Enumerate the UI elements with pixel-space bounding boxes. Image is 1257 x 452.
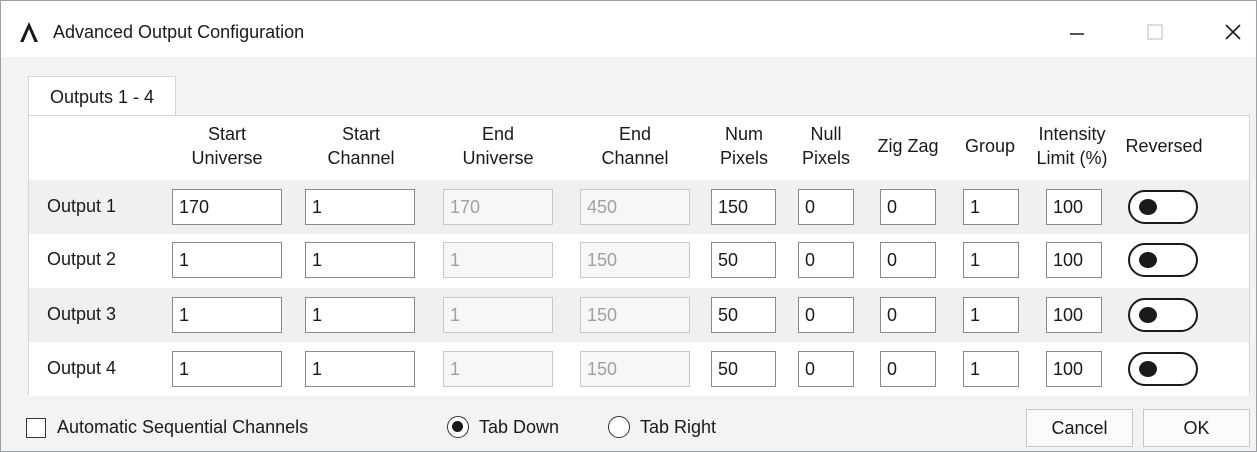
reversed-toggle[interactable] — [1128, 352, 1198, 386]
tab-down-radio[interactable] — [447, 416, 469, 438]
null-pixels-input[interactable]: 0 — [798, 351, 854, 387]
close-icon[interactable] — [1213, 15, 1253, 49]
auto-sequential-checkbox[interactable] — [26, 418, 46, 438]
cancel-button[interactable]: Cancel — [1026, 409, 1133, 447]
reversed-toggle[interactable] — [1128, 243, 1198, 277]
end-universe-field: 170 — [443, 189, 553, 225]
header-null-pixels-line1: Null — [810, 124, 842, 144]
zig-zag-input[interactable]: 0 — [880, 297, 936, 333]
tab-down-label[interactable]: Tab Down — [479, 417, 559, 438]
header-num-pixels-line2: Pixels — [719, 148, 768, 168]
header-intensity-limit: Intensity Limit (%) — [1029, 122, 1115, 170]
end-universe-field: 1 — [443, 242, 553, 278]
header-end-universe: End Universe — [444, 122, 552, 170]
header-null-pixels-line2: Pixels — [801, 148, 850, 168]
end-universe-field: 1 — [443, 351, 553, 387]
header-end-channel-line2: Channel — [601, 148, 669, 168]
end-universe-field: 1 — [443, 297, 553, 333]
header-intensity-line1: Intensity — [1038, 124, 1106, 144]
tab-right-label[interactable]: Tab Right — [640, 417, 716, 438]
group-input[interactable]: 1 — [963, 351, 1019, 387]
header-intensity-line2: Limit (%) — [1036, 148, 1108, 168]
header-start-channel-line2: Channel — [327, 148, 395, 168]
tab-outputs-1-4[interactable]: Outputs 1 - 4 — [28, 76, 176, 116]
num-pixels-input[interactable]: 50 — [711, 242, 776, 278]
minimize-icon[interactable] — [1057, 15, 1097, 49]
dialog-window: Advanced Output Configuration Outputs 1 … — [0, 0, 1257, 452]
start-universe-input[interactable]: 170 — [172, 189, 282, 225]
start-channel-input[interactable]: 1 — [305, 242, 415, 278]
group-input[interactable]: 1 — [963, 242, 1019, 278]
header-group: Group — [964, 136, 1016, 156]
intensity-limit-input[interactable]: 100 — [1046, 297, 1102, 333]
header-zig-zag: Zig Zag — [877, 136, 939, 156]
tab-right-radio[interactable] — [608, 416, 630, 438]
header-end-universe-line2: Universe — [462, 148, 534, 168]
intensity-limit-input[interactable]: 100 — [1046, 351, 1102, 387]
start-universe-input[interactable]: 1 — [172, 297, 282, 333]
reversed-toggle[interactable] — [1128, 190, 1198, 224]
header-null-pixels: Null Pixels — [794, 122, 858, 170]
row-label: Output 2 — [47, 249, 117, 269]
group-input[interactable]: 1 — [963, 189, 1019, 225]
app-logo-icon — [20, 22, 38, 42]
group-input[interactable]: 1 — [963, 297, 1019, 333]
zig-zag-input[interactable]: 0 — [880, 351, 936, 387]
toggle-knob — [1139, 361, 1157, 377]
null-pixels-input[interactable]: 0 — [798, 297, 854, 333]
header-start-universe: Start Universe — [173, 122, 281, 170]
null-pixels-input[interactable]: 0 — [798, 189, 854, 225]
num-pixels-input[interactable]: 50 — [711, 351, 776, 387]
maximize-icon[interactable] — [1135, 15, 1175, 49]
num-pixels-input[interactable]: 150 — [711, 189, 776, 225]
intensity-limit-input[interactable]: 100 — [1046, 189, 1102, 225]
auto-sequential-label[interactable]: Automatic Sequential Channels — [57, 417, 308, 438]
end-channel-field: 150 — [580, 351, 690, 387]
header-start-universe-line2: Universe — [191, 148, 263, 168]
row-label: Output 3 — [47, 304, 117, 324]
start-universe-input[interactable]: 1 — [172, 351, 282, 387]
window-title: Advanced Output Configuration — [53, 22, 305, 42]
intensity-limit-input[interactable]: 100 — [1046, 242, 1102, 278]
toggle-knob — [1139, 252, 1157, 268]
header-start-channel-line1: Start — [341, 124, 380, 144]
zig-zag-input[interactable]: 0 — [880, 242, 936, 278]
radio-selected-dot — [452, 421, 463, 432]
null-pixels-input[interactable]: 0 — [798, 242, 854, 278]
zig-zag-input[interactable]: 0 — [880, 189, 936, 225]
header-num-pixels-line1: Num — [724, 124, 763, 144]
start-channel-input[interactable]: 1 — [305, 297, 415, 333]
row-label: Output 4 — [47, 358, 117, 378]
start-channel-input[interactable]: 1 — [305, 351, 415, 387]
header-start-universe-line1: Start — [207, 124, 246, 144]
num-pixels-input[interactable]: 50 — [711, 297, 776, 333]
end-channel-field: 150 — [580, 242, 690, 278]
row-label: Output 1 — [47, 196, 117, 216]
reversed-toggle[interactable] — [1128, 298, 1198, 332]
toggle-knob — [1139, 199, 1157, 215]
header-end-channel: End Channel — [581, 122, 689, 170]
header-end-universe-line1: End — [481, 124, 515, 144]
header-end-channel-line1: End — [618, 124, 652, 144]
title-bar: Advanced Output Configuration — [1, 1, 1256, 57]
ok-button[interactable]: OK — [1143, 409, 1250, 447]
header-reversed: Reversed — [1125, 136, 1203, 156]
header-start-channel: Start Channel — [307, 122, 415, 170]
end-channel-field: 150 — [580, 297, 690, 333]
start-universe-input[interactable]: 1 — [172, 242, 282, 278]
start-channel-input[interactable]: 1 — [305, 189, 415, 225]
header-num-pixels: Num Pixels — [710, 122, 778, 170]
toggle-knob — [1139, 307, 1157, 323]
end-channel-field: 450 — [580, 189, 690, 225]
